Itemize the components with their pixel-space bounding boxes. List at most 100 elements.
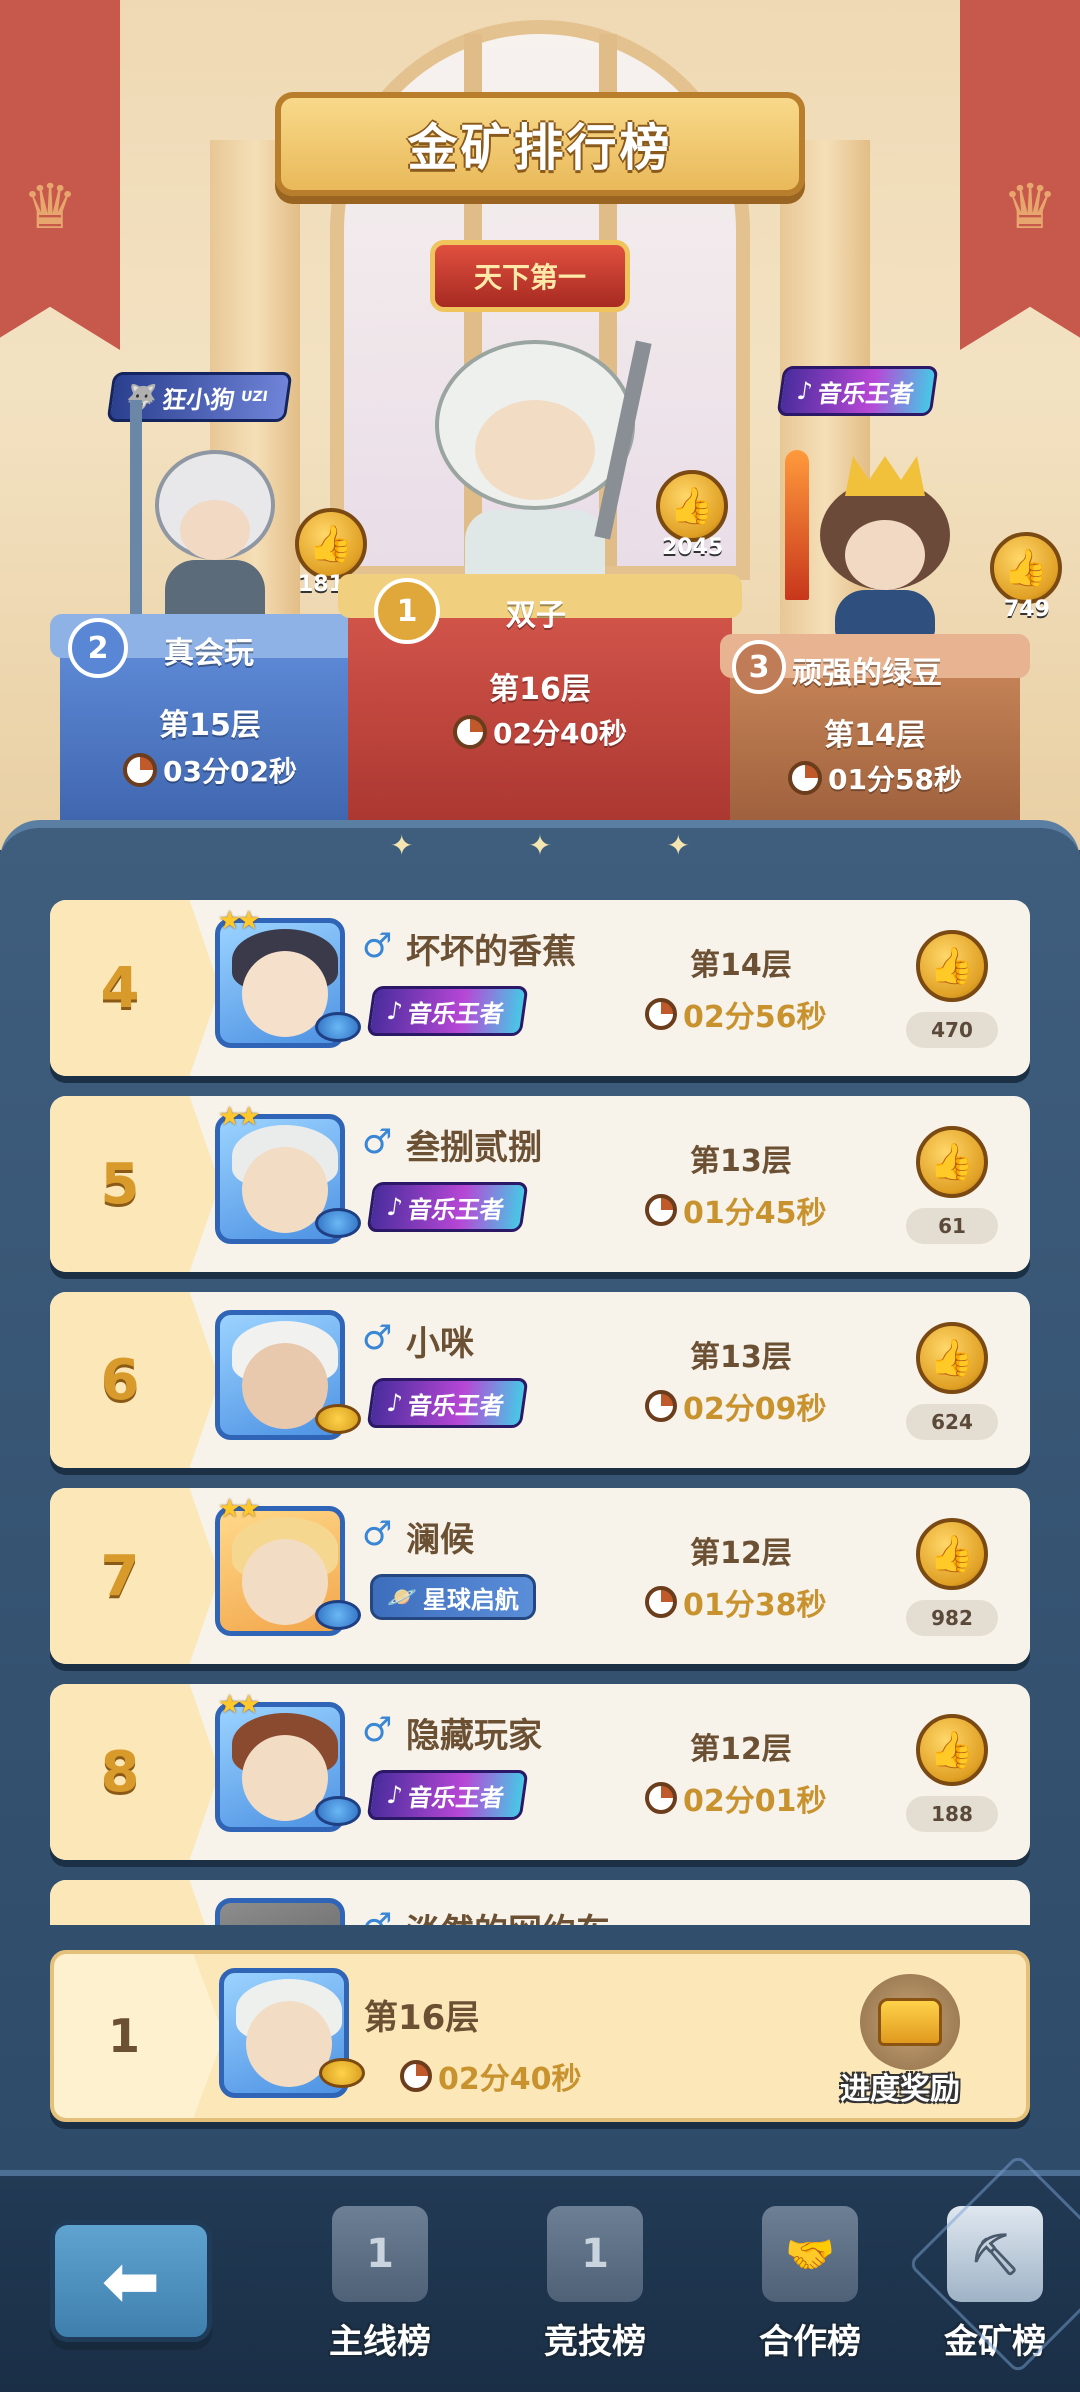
male-icon: ♂	[362, 1318, 393, 1358]
thumbs-up-icon: 👍	[308, 524, 354, 565]
thumbs-up-icon: 👍	[929, 1142, 975, 1183]
list-item[interactable]: 4 ★★ ♂ 坏坏的香蕉 ♪ 音乐王者 第14层 02分56秒 👍 470	[50, 900, 1030, 1076]
list-item[interactable]: 8 ★★ ♂ 隐藏玩家 ♪ 音乐王者 第12层 02分01秒 👍 188	[50, 1684, 1030, 1860]
music-note-icon: ♪	[385, 1781, 405, 1809]
podium-name-third: 顽强的绿豆	[792, 656, 942, 691]
rank-cell: 5	[50, 1096, 220, 1272]
male-icon: ♂	[362, 1122, 393, 1162]
title-tag: ♪ 音乐王者	[366, 1770, 529, 1820]
clock-icon	[123, 753, 158, 787]
clock-icon	[645, 1390, 677, 1422]
back-button[interactable]: ⬅	[50, 2220, 212, 2342]
podium-name-second: 真会玩	[164, 636, 254, 671]
podium-name-first: 双子	[506, 598, 566, 633]
floor-text: 第13层	[690, 1144, 792, 1179]
character-first[interactable]	[395, 340, 675, 610]
avatar[interactable]	[215, 1898, 345, 1925]
male-icon: ♂	[362, 1906, 392, 1925]
clock-icon	[788, 761, 823, 795]
thumbs-up-icon: 👍	[929, 1534, 975, 1575]
character-second[interactable]	[110, 400, 310, 640]
tab-cooperation[interactable]: 🤝 合作榜	[725, 2206, 895, 2386]
podium-floor-third: 第14层	[824, 718, 926, 753]
like-button[interactable]: 👍	[916, 1126, 988, 1198]
tab-gold-mine[interactable]: ⛏ 金矿榜	[910, 2206, 1080, 2386]
tab-main-line[interactable]: 1 主线榜	[295, 2206, 465, 2386]
like-button[interactable]: 👍	[916, 1518, 988, 1590]
male-icon: ♂	[362, 1514, 393, 1554]
male-icon: ♂	[362, 1710, 393, 1750]
list-item[interactable]: 7 ★★ ♂ 澜候 🪐 星球启航 第12层 01分38秒 👍 982	[50, 1488, 1030, 1664]
clock-icon	[645, 998, 677, 1030]
like-button-third[interactable]: 👍	[990, 532, 1062, 604]
podium-third: 3 顽强的绿豆 第14层 01分58秒	[720, 634, 1030, 840]
reward-chest-button[interactable]	[860, 1974, 960, 2070]
likes-count-third: 749	[1004, 597, 1050, 622]
time-text: 01分45秒	[683, 1196, 827, 1231]
my-rank-cell: 1	[54, 1954, 224, 2118]
my-rank-row[interactable]: 1 第16层 02分40秒 进度奖励	[50, 1950, 1030, 2122]
trident-icon	[319, 2058, 365, 2088]
likes-count: 624	[906, 1404, 998, 1440]
likes-count: 61	[906, 1208, 998, 1244]
podium-second: 2 真会玩 第15层 03分02秒	[50, 614, 370, 840]
floor-text: 第13层	[690, 1340, 792, 1375]
floor-text: 第12层	[690, 1536, 792, 1571]
clock-icon	[453, 715, 488, 749]
panel-ornament: ✦ ✦ ✦	[390, 828, 690, 862]
reward-label[interactable]: 进度奖励	[840, 2064, 960, 2108]
time-text: 02分56秒	[683, 1000, 827, 1035]
list-item[interactable]: 6 ♂ 小咪 ♪ 音乐王者 第13层 02分09秒 👍 624	[50, 1292, 1030, 1468]
like-button[interactable]: 👍	[916, 1322, 988, 1394]
rank-cell: 8	[50, 1684, 220, 1860]
trident-icon	[315, 1404, 361, 1434]
right-banner: ♛	[960, 0, 1080, 350]
music-note-icon: ♪	[795, 377, 815, 405]
podium-time-first: 02分40秒	[493, 717, 627, 750]
clock-icon	[645, 1782, 677, 1814]
time-text: 02分09秒	[683, 1392, 827, 1427]
floor-text: 第12层	[690, 1732, 792, 1767]
likes-count: 982	[906, 1600, 998, 1636]
floor-text: 第14层	[690, 948, 792, 983]
sparkle-icon: ✦	[528, 828, 552, 862]
ranking-list[interactable]: 4 ★★ ♂ 坏坏的香蕉 ♪ 音乐王者 第14层 02分56秒 👍 470 5 ★…	[50, 900, 1030, 1925]
player-name: 淡然的网约车	[406, 1904, 610, 1925]
star-icon: ★★	[218, 1690, 261, 1720]
title-tag: ♪ 音乐王者	[366, 1378, 529, 1428]
podium-time-second: 03分02秒	[163, 755, 297, 788]
planet-icon	[315, 1208, 361, 1238]
podium-floor-first: 第16层	[489, 672, 591, 707]
clock-icon	[400, 2060, 432, 2092]
logo-subtext: UZI	[239, 389, 269, 405]
title-tag: ♪ 音乐王者	[366, 986, 529, 1036]
bottom-nav: ⬅ 1 主线榜 1 竞技榜 🤝 合作榜 ⛏ 金矿榜	[0, 2170, 1080, 2392]
list-item[interactable]: 5 ★★ ♂ 叁捌贰捌 ♪ 音乐王者 第13层 01分45秒 👍 61	[50, 1096, 1030, 1272]
tab-arena[interactable]: 1 竞技榜	[510, 2206, 680, 2386]
music-note-icon: ♪	[385, 1389, 405, 1417]
like-button-first[interactable]: 👍	[656, 470, 728, 542]
title-tag: 🪐 星球启航	[370, 1574, 536, 1620]
music-note-icon: ♪	[385, 997, 405, 1025]
character-third[interactable]	[785, 450, 970, 640]
thumbs-up-icon: 👍	[929, 1338, 975, 1379]
planet-icon	[315, 1796, 361, 1826]
trophy-icon: 1	[547, 2206, 643, 2302]
player-name: 叁捌贰捌	[406, 1128, 542, 1168]
podium-time-third: 01分58秒	[828, 763, 962, 796]
rank-badge-first: 1	[374, 578, 440, 644]
clock-icon	[645, 1586, 677, 1618]
music-note-icon: ♪	[385, 1193, 405, 1221]
rank-badge-second: 2	[68, 618, 128, 678]
list-item[interactable]: ♂ 淡然的网约车	[50, 1880, 1030, 1925]
sparkle-icon: ✦	[666, 828, 690, 862]
thumbs-up-icon: 👍	[929, 1730, 975, 1771]
planet-icon	[315, 1600, 361, 1630]
like-button[interactable]: 👍	[916, 1714, 988, 1786]
player-name: 澜候	[406, 1520, 474, 1560]
crown-icon: ♛	[1002, 170, 1058, 243]
player-name: 坏坏的香蕉	[406, 932, 576, 972]
like-button[interactable]: 👍	[916, 930, 988, 1002]
player-name: 小咪	[406, 1324, 474, 1364]
like-button-second[interactable]: 👍	[295, 508, 367, 580]
